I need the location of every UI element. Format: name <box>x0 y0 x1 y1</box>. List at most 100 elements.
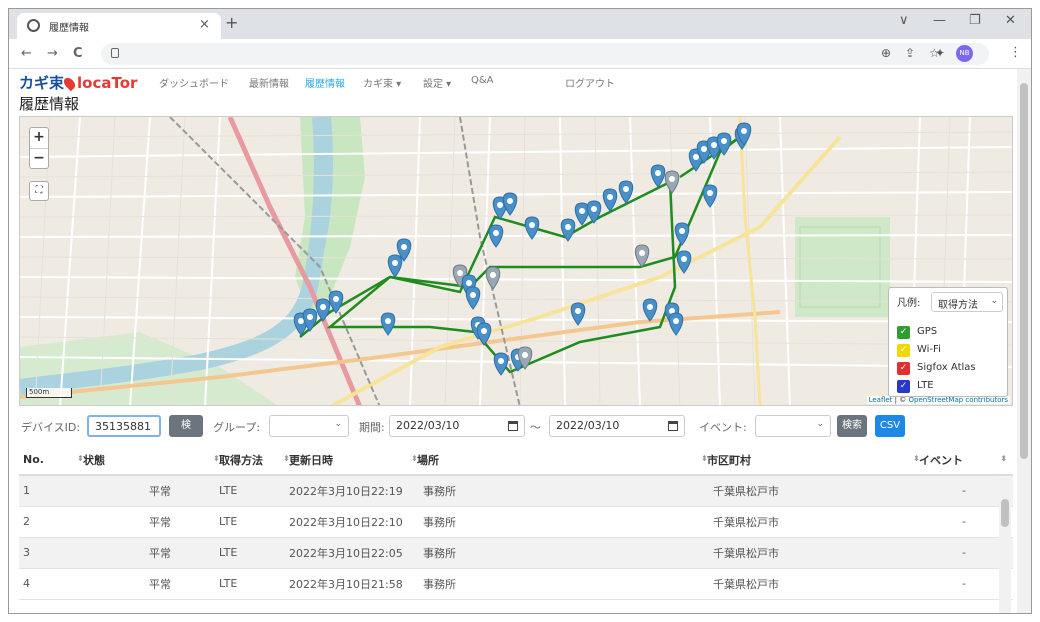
checkbox-icon[interactable]: ✓ <box>897 326 910 339</box>
menu-icon[interactable]: ⋮ <box>1009 45 1022 60</box>
header-label: 場所 <box>417 453 439 467</box>
date-range-separator: 〜 <box>530 421 541 434</box>
cell-city: 千葉県松戸市 <box>703 537 915 569</box>
cell-method: LTE <box>215 568 285 600</box>
date-to-value: 2022/03/10 <box>556 419 620 432</box>
share-icon[interactable]: ⇪ <box>905 46 915 60</box>
group-select[interactable]: ⌄ <box>269 415 349 437</box>
close-tab-icon[interactable]: × <box>199 17 210 32</box>
checkbox-icon[interactable]: ✓ <box>897 380 910 393</box>
sort-icon[interactable]: ⬍ <box>913 454 920 463</box>
col-header-city[interactable]: ⬍ 市区町村 <box>701 445 915 476</box>
tab-title: 履歴情報 <box>49 23 89 34</box>
table-scrollbar[interactable] <box>999 479 1011 613</box>
event-select[interactable]: ⌄ <box>755 415 831 437</box>
profile-avatar[interactable]: NB <box>956 45 973 62</box>
sort-icon[interactable]: ⬍ <box>77 454 84 463</box>
page-scrollbar[interactable] <box>1017 69 1031 613</box>
sort-icon[interactable]: ⬍ <box>411 454 418 463</box>
col-header-no[interactable]: No. <box>19 445 79 476</box>
col-header-status[interactable]: ⬍ 状態 <box>77 445 215 476</box>
group-label: グループ: <box>213 421 261 434</box>
tab-search-icon[interactable]: ∨ <box>899 13 909 28</box>
zoom-control: + − <box>29 127 49 169</box>
url-input[interactable]: ⊕ ⇪ ☆ <box>101 43 989 65</box>
nav-logout[interactable]: ログアウト <box>565 75 615 90</box>
tab-bar: 履歴情報 × + ∨ — ❐ ✕ <box>9 9 1031 39</box>
cell-updated: 2022年3月10日22:05 <box>285 537 413 569</box>
table-row[interactable]: 2 平常 LTE 2022年3月10日22:10 事務所 千葉県松戸市 - <box>19 506 1013 538</box>
extensions-icon[interactable]: ✦ <box>935 46 945 60</box>
cell-location: 事務所 <box>413 506 703 538</box>
device-search-button[interactable]: 検 <box>169 415 203 437</box>
date-from-input[interactable]: 2022/03/10 <box>389 415 525 437</box>
legend-item-label: Wi-Fi <box>917 344 941 355</box>
osm-link[interactable]: OpenStreetMap contributors <box>908 396 1008 404</box>
forward-icon[interactable]: → <box>47 46 58 61</box>
cell-no: 3 <box>19 537 79 569</box>
map-legend: 凡例: 取得方法 ⌄ ✓ GPS ✓ Wi-Fi ✓ Sigfox Atlas … <box>888 287 1008 397</box>
header-label: 市区町村 <box>707 453 751 467</box>
nav-kagitaba-menu[interactable]: カギ束 ▾ <box>363 75 401 90</box>
browser-window: 履歴情報 × + ∨ — ❐ ✕ ← → C ⊕ ⇪ ☆ ✦ NB ⋮ カギ束 l… <box>8 8 1032 614</box>
browser-tab[interactable]: 履歴情報 × <box>17 13 221 39</box>
cell-city: 千葉県松戸市 <box>703 475 915 507</box>
col-header-method[interactable]: ⬍ 取得方法 <box>213 445 285 476</box>
checkbox-icon[interactable]: ✓ <box>897 362 910 375</box>
event-label: イベント: <box>699 421 747 434</box>
table-row[interactable]: 3 平常 LTE 2022年3月10日22:05 事務所 千葉県松戸市 - <box>19 537 1013 569</box>
fullscreen-button[interactable]: ⛶ <box>29 181 49 201</box>
reload-icon[interactable]: C <box>73 46 83 61</box>
close-window-button[interactable]: ✕ <box>1005 13 1016 28</box>
sort-icon[interactable]: ⬍ <box>213 454 220 463</box>
device-id-input[interactable]: 35135881 <box>87 415 161 437</box>
sort-icon[interactable]: ⬍ <box>701 454 708 463</box>
history-map[interactable]: + − ⛶ 500m Leaflet | © OpenStreetMap con… <box>19 116 1013 406</box>
col-header-location[interactable]: ⬍ 場所 <box>411 445 703 476</box>
nav-history-info[interactable]: 履歴情報 <box>305 75 345 90</box>
table-row[interactable]: 4 平常 LTE 2022年3月10日21:58 事務所 千葉県松戸市 - <box>19 568 1013 600</box>
search-button[interactable]: 検索 <box>837 415 867 437</box>
map-canvas <box>20 117 1012 405</box>
date-to-input[interactable]: 2022/03/10 <box>549 415 685 437</box>
cell-status: 平常 <box>79 506 215 538</box>
cell-no: 1 <box>19 475 79 507</box>
table-scrollbar-thumb[interactable] <box>1001 499 1009 527</box>
legend-item-label: GPS <box>917 326 938 337</box>
cell-updated: 2022年3月10日22:19 <box>285 475 413 507</box>
sort-icon[interactable]: ⬍ <box>1000 454 1007 463</box>
cell-method: LTE <box>215 506 285 538</box>
legend-select[interactable]: 取得方法 ⌄ <box>931 292 1003 312</box>
csv-button[interactable]: CSV <box>875 415 905 437</box>
nav-dashboard[interactable]: ダッシュボード <box>159 75 229 90</box>
nav-settings-menu[interactable]: 設定 ▾ <box>423 75 451 90</box>
checkbox-icon[interactable]: ✓ <box>897 344 910 357</box>
table-row[interactable]: 1 平常 LTE 2022年3月10日22:19 事務所 千葉県松戸市 - <box>19 475 1013 507</box>
cell-no: 4 <box>19 568 79 600</box>
zoom-in-button[interactable]: + <box>30 128 48 148</box>
zoom-out-button[interactable]: − <box>30 148 48 168</box>
minimize-button[interactable]: — <box>933 13 946 28</box>
calendar-icon[interactable] <box>508 421 518 431</box>
cell-status: 平常 <box>79 475 215 507</box>
col-header-event[interactable]: ⬍ イベント ⬍ <box>913 445 1013 476</box>
page-scrollbar-thumb[interactable] <box>1020 83 1028 459</box>
map-scale: 500m <box>26 388 72 398</box>
leaflet-link[interactable]: Leaflet <box>869 396 893 404</box>
device-id-label: デバイスID: <box>21 421 81 434</box>
location-pin-icon <box>61 75 78 92</box>
restore-button[interactable]: ❐ <box>969 13 981 28</box>
header-label: 状態 <box>83 453 105 467</box>
cell-location: 事務所 <box>413 475 703 507</box>
nav-latest-info[interactable]: 最新情報 <box>249 75 289 90</box>
calendar-icon[interactable] <box>668 421 678 431</box>
nav-qa[interactable]: Q&A <box>471 75 494 86</box>
col-header-updated[interactable]: ⬍ 更新日時 <box>283 445 413 476</box>
app-logo[interactable]: カギ束 locaTor <box>19 72 137 93</box>
lock-icon <box>111 48 119 58</box>
cell-no: 2 <box>19 506 79 538</box>
sort-icon[interactable]: ⬍ <box>283 454 290 463</box>
zoom-icon[interactable]: ⊕ <box>881 46 891 60</box>
new-tab-button[interactable]: + <box>225 13 238 32</box>
back-icon[interactable]: ← <box>21 46 32 61</box>
